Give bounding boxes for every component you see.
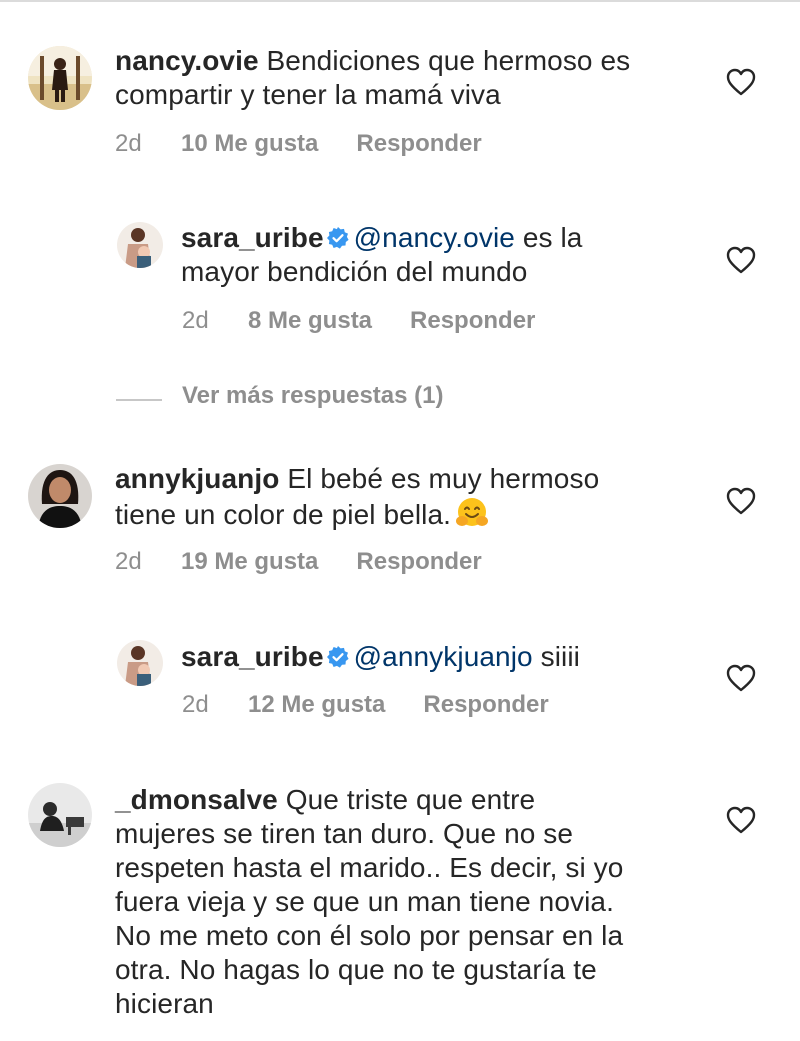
avatar-woman-baby-icon [117,222,163,268]
comment-text: _dmonsalve Que triste que entre [115,783,535,816]
reply-username[interactable]: sara_uribe [181,641,324,672]
comment-meta: 2d 19 Me gusta Responder [115,548,482,576]
reply-username[interactable]: sara_uribe [181,222,324,253]
comment-body: El bebé es muy hermoso [279,463,600,494]
comment-text-line: No me meto con él solo por pensar en la [115,920,624,951]
comment-text-line2: compartir y tener la mamá viva [115,79,501,110]
avatar[interactable] [28,46,92,110]
reply-meta: 2d 8 Me gusta Responder [182,307,535,335]
reply-button[interactable]: Responder [356,130,481,158]
hugging-face-emoji-icon [456,498,489,526]
comment-username[interactable]: _dmonsalve [115,784,278,815]
reply-body: siiii [532,641,580,672]
reply-time: 2d [182,307,209,334]
reply-time: 2d [182,691,209,718]
comment-time: 2d [115,130,142,157]
avatar[interactable] [28,464,92,528]
comment-text: nancy.ovie Bendiciones que hermoso es [115,44,630,77]
reply-button[interactable]: Responder [356,548,481,576]
likes-count[interactable]: 12 Me gusta [248,691,385,719]
avatar[interactable] [28,783,92,847]
mention-link[interactable]: @nancy.ovie [354,222,515,253]
reply-meta: 2d 12 Me gusta Responder [182,691,549,719]
comment-username[interactable]: nancy.ovie [115,45,259,76]
reply-button[interactable]: Responder [410,307,535,335]
verified-badge-icon [326,646,349,668]
reply-button[interactable]: Responder [423,691,548,719]
reply-text-line2: mayor bendición del mundo [181,256,528,287]
reply-text: sara_uribe @nancy.ovie es la [181,221,582,254]
comment-username[interactable]: annykjuanjo [115,463,279,494]
like-heart-icon[interactable] [726,487,756,515]
reply-body: es la [514,222,583,253]
avatar-woman-beach-icon [28,46,92,110]
comment-body: Bendiciones que hermoso es [258,45,631,76]
comment-meta: 2d 10 Me gusta Responder [115,130,482,158]
comment-body-line2: tiene un color de piel bella. [115,499,452,530]
mention-link[interactable]: @annykjuanjo [354,641,533,672]
verified-badge-icon [326,227,349,249]
avatar-man-dark-icon [28,783,92,847]
avatar-woman-portrait-icon [28,464,92,528]
like-heart-icon[interactable] [726,806,756,834]
comment-text: annykjuanjo El bebé es muy hermoso [115,462,599,495]
likes-count[interactable]: 8 Me gusta [248,307,372,335]
comment-time: 2d [115,548,142,575]
comment-text-line: fuera vieja y se que un man tiene novia. [115,886,614,917]
comment-text-line: respeten hasta el marido.. Es decir, si … [115,852,624,883]
avatar[interactable] [117,222,163,268]
more-replies-line [116,399,162,401]
like-heart-icon[interactable] [726,246,756,274]
likes-count[interactable]: 10 Me gusta [181,130,318,158]
comment-text-line: mujeres se tiren tan duro. Que no se [115,818,574,849]
likes-count[interactable]: 19 Me gusta [181,548,318,576]
more-replies-label[interactable]: Ver más respuestas (1) [182,382,443,410]
comment-text-line2: tiene un color de piel bella. [115,496,489,531]
like-heart-icon[interactable] [726,664,756,692]
like-heart-icon[interactable] [726,68,756,96]
top-divider [0,0,800,2]
comment-text-line: otra. No hagas lo que no te gustaría te [115,954,597,985]
comment-body: Que triste que entre [277,784,536,815]
reply-text: sara_uribe @annykjuanjo siiii [181,640,580,673]
avatar-woman-baby-icon [117,640,163,686]
comment-text-line: hicieran [115,988,214,1019]
avatar[interactable] [117,640,163,686]
